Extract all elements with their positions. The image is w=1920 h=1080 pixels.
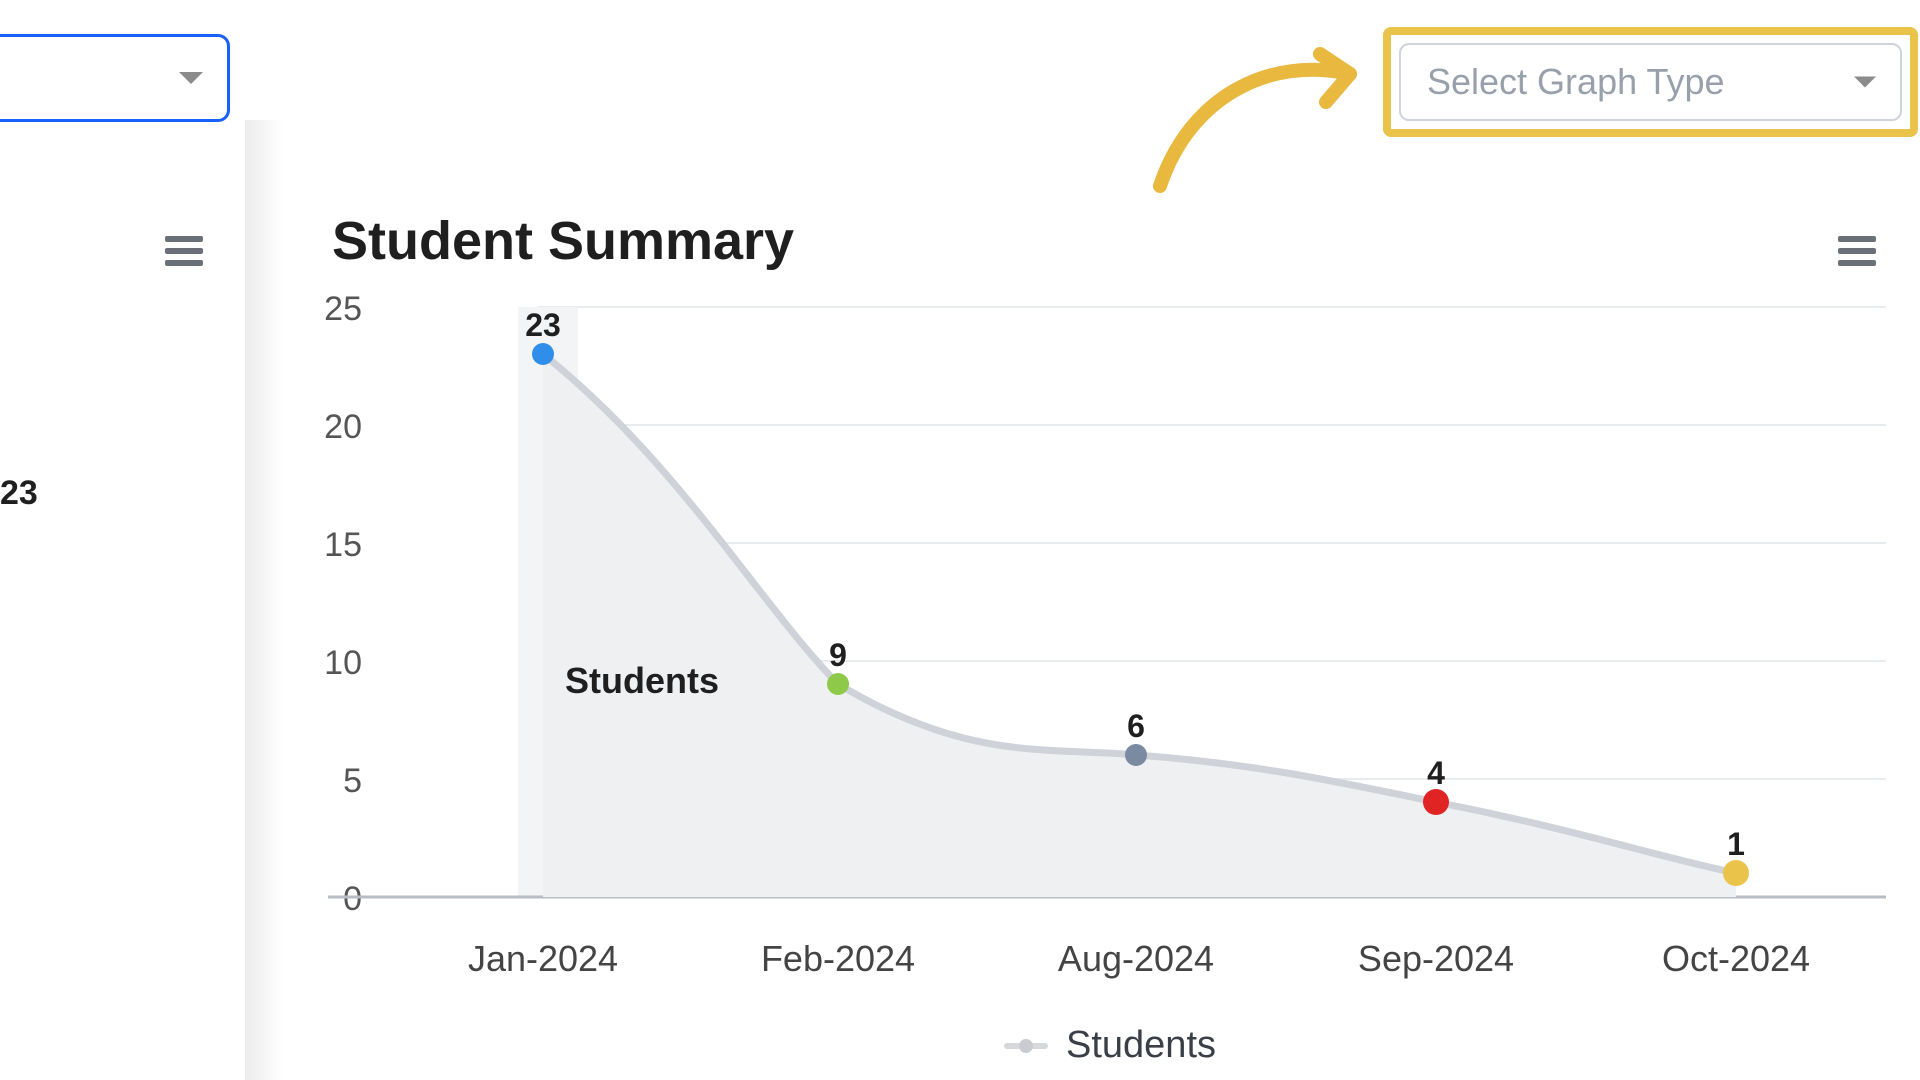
- line-chart: [328, 302, 1886, 912]
- chart-legend: Students: [1004, 1024, 1216, 1067]
- data-label: 9: [829, 637, 847, 674]
- x-tick: Jan-2024: [468, 938, 618, 980]
- x-tick: Sep-2024: [1358, 938, 1514, 980]
- data-label: 6: [1127, 708, 1145, 745]
- data-label: 4: [1427, 755, 1445, 792]
- chart-area: 25 20 15 10 5 0 23 9 6 4 1: [0, 0, 1920, 1080]
- series-inline-label: Students: [565, 660, 719, 702]
- x-tick: Feb-2024: [761, 938, 915, 980]
- legend-label: Students: [1066, 1024, 1216, 1067]
- data-label: 1: [1727, 826, 1745, 863]
- data-label: 23: [525, 307, 561, 344]
- x-tick: Aug-2024: [1058, 938, 1214, 980]
- legend-swatch-icon: [1004, 1043, 1048, 1049]
- x-tick: Oct-2024: [1662, 938, 1810, 980]
